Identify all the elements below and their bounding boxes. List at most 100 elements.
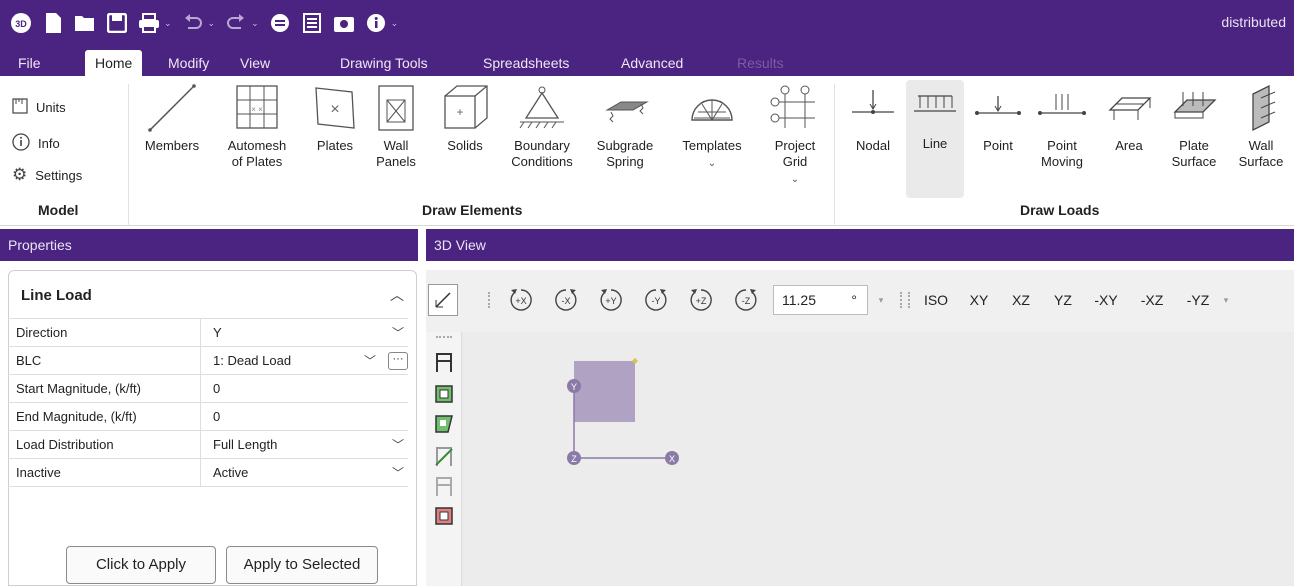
info-button[interactable]: Info xyxy=(12,132,60,154)
templates-button[interactable]: Templates ⌄ xyxy=(674,82,750,198)
subgrade-label-1: Subgrade xyxy=(596,138,654,153)
ellipsis-button[interactable]: ··· xyxy=(388,352,408,370)
property-label: Inactive xyxy=(16,465,61,480)
members-button[interactable]: Members xyxy=(138,82,206,198)
undo-dropdown-icon[interactable]: ⌄ xyxy=(208,18,216,29)
wall-surface-load-button[interactable]: Wall Surface xyxy=(1230,82,1292,198)
new-file-icon[interactable] xyxy=(42,12,64,34)
svg-text:+Y: +Y xyxy=(605,296,616,306)
tab-file[interactable]: File xyxy=(8,50,51,76)
solids-icon: + xyxy=(438,82,492,134)
property-label: BLC xyxy=(16,353,42,368)
rotate-plus-z-button[interactable]: +Z xyxy=(684,284,718,316)
y-axis-label: Y xyxy=(571,382,577,392)
ribbon: Units Info ⚙ Settings Model Members × × … xyxy=(0,76,1294,226)
svg-text:+: + xyxy=(456,105,463,119)
tab-drawing-tools[interactable]: Drawing Tools xyxy=(330,50,438,76)
view-neg-xy-button[interactable]: -XY xyxy=(1088,284,1124,316)
rotate-minus-z-button[interactable]: -Z xyxy=(729,284,763,316)
print-icon[interactable] xyxy=(138,12,160,34)
rotate-minus-y-button[interactable]: -Y xyxy=(639,284,673,316)
wall-panels-button[interactable]: Wall Panels xyxy=(372,82,420,198)
rotate-plus-x-button[interactable]: +X xyxy=(504,284,538,316)
property-value: Y xyxy=(213,325,222,340)
plate-surface-load-button[interactable]: Plate Surface xyxy=(1164,82,1224,198)
rotation-angle-input[interactable]: 11.25 ° xyxy=(773,285,868,315)
member-tool-icon[interactable] xyxy=(428,284,458,316)
automesh-button[interactable]: × × Automesh of Plates xyxy=(218,82,296,198)
print-dropdown-icon[interactable]: ⌄ xyxy=(164,18,172,29)
settings-button[interactable]: ⚙ Settings xyxy=(12,164,82,186)
minus-circle-icon[interactable] xyxy=(269,12,291,34)
xy-plane xyxy=(574,361,635,422)
plate-surface-label-1: Plate xyxy=(1179,138,1209,153)
boundary-conditions-button[interactable]: Boundary Conditions xyxy=(502,82,582,198)
open-folder-icon[interactable] xyxy=(74,12,96,34)
info-dropdown-icon[interactable]: ⌄ xyxy=(391,18,399,29)
loads-display-icon[interactable] xyxy=(433,504,455,528)
rotate-minus-x-button[interactable]: -X xyxy=(549,284,583,316)
line-load-button[interactable]: Line xyxy=(906,80,964,198)
camera-icon[interactable] xyxy=(333,12,355,34)
global-axes: Y Z X xyxy=(567,358,679,465)
nodal-load-button[interactable]: Nodal xyxy=(846,82,900,198)
plate-render-icon[interactable] xyxy=(433,412,455,436)
view-neg-yz-button[interactable]: -YZ xyxy=(1180,284,1216,316)
view-xy-button[interactable]: XY xyxy=(964,284,994,316)
save-icon[interactable] xyxy=(106,12,128,34)
plate-display-icon[interactable] xyxy=(433,382,455,406)
model-viewport[interactable]: Y Z X xyxy=(463,332,1294,586)
inactive-select[interactable]: Active ﹀ xyxy=(200,459,416,487)
frame-outline-icon[interactable] xyxy=(433,474,455,498)
wall-panels-icon xyxy=(372,82,420,134)
blc-select[interactable]: 1: Dead Load ﹀ ··· xyxy=(200,347,416,375)
menu-tabs: File Home Modify View Drawing Tools Spre… xyxy=(0,46,1294,76)
tab-home[interactable]: Home xyxy=(85,50,143,76)
solids-button[interactable]: + Solids xyxy=(438,82,492,198)
view-neg-xz-button[interactable]: -XZ xyxy=(1134,284,1170,316)
view-xz-button[interactable]: XZ xyxy=(1006,284,1036,316)
tab-advanced[interactable]: Advanced xyxy=(611,50,693,76)
tab-spreadsheets[interactable]: Spreadsheets xyxy=(473,50,579,76)
tab-view[interactable]: View xyxy=(230,50,280,76)
document-icon[interactable] xyxy=(301,12,323,34)
subgrade-spring-button[interactable]: Subgrade Spring xyxy=(590,82,660,198)
line-load-icon xyxy=(906,80,964,132)
wall-surface-label-2: Surface xyxy=(1238,154,1284,169)
project-grid-button[interactable]: Project Grid ⌄ xyxy=(766,82,824,198)
plates-button[interactable]: × Plates xyxy=(310,82,360,198)
click-to-apply-button[interactable]: Click to Apply xyxy=(66,546,216,584)
member-render-icon[interactable] xyxy=(433,444,455,468)
area-load-button[interactable]: Area xyxy=(1104,82,1154,198)
project-grid-dropdown-icon[interactable]: ⌄ xyxy=(766,172,824,188)
angle-dropdown-icon[interactable]: ▾ xyxy=(874,284,888,316)
view-iso-button[interactable]: ISO xyxy=(916,284,956,316)
apply-to-selected-button[interactable]: Apply to Selected xyxy=(226,546,378,584)
boundary-label-1: Boundary xyxy=(514,138,570,153)
direction-select[interactable]: Y ﹀ xyxy=(200,319,416,347)
start-magnitude-input[interactable]: 0 xyxy=(200,375,416,403)
area-load-icon xyxy=(1104,82,1154,134)
wall-surface-label-1: Wall xyxy=(1248,138,1274,153)
load-distribution-select[interactable]: Full Length ﹀ xyxy=(200,431,416,459)
rotate-plus-y-button[interactable]: +Y xyxy=(594,284,628,316)
view-yz-button[interactable]: YZ xyxy=(1048,284,1078,316)
info-icon[interactable] xyxy=(365,12,387,34)
point-moving-load-button[interactable]: Point Moving xyxy=(1030,82,1094,198)
units-button[interactable]: Units xyxy=(12,96,66,118)
redo-dropdown-icon[interactable]: ⌄ xyxy=(251,18,259,29)
tab-modify[interactable]: Modify xyxy=(158,50,219,76)
frame-display-icon[interactable] xyxy=(433,350,455,374)
point-moving-label-2: Moving xyxy=(1041,154,1083,169)
toolbar-divider xyxy=(488,292,490,308)
collapse-chevron-icon[interactable]: ︿ xyxy=(390,285,404,305)
toolbar-divider xyxy=(908,292,910,308)
toolbar-overflow-icon[interactable]: ▾ xyxy=(1220,284,1232,316)
undo-icon[interactable] xyxy=(182,12,204,34)
app-logo-icon[interactable]: 3D xyxy=(10,12,32,34)
redo-icon[interactable] xyxy=(225,12,247,34)
point-load-button[interactable]: Point xyxy=(970,82,1026,198)
view-toolbar: +X -X +Y -Y +Z -Z 11.25 ° ▾ ISO XY XZ YZ… xyxy=(426,270,1294,332)
end-magnitude-input[interactable]: 0 xyxy=(200,403,416,431)
templates-dropdown-icon[interactable]: ⌄ xyxy=(674,156,750,172)
